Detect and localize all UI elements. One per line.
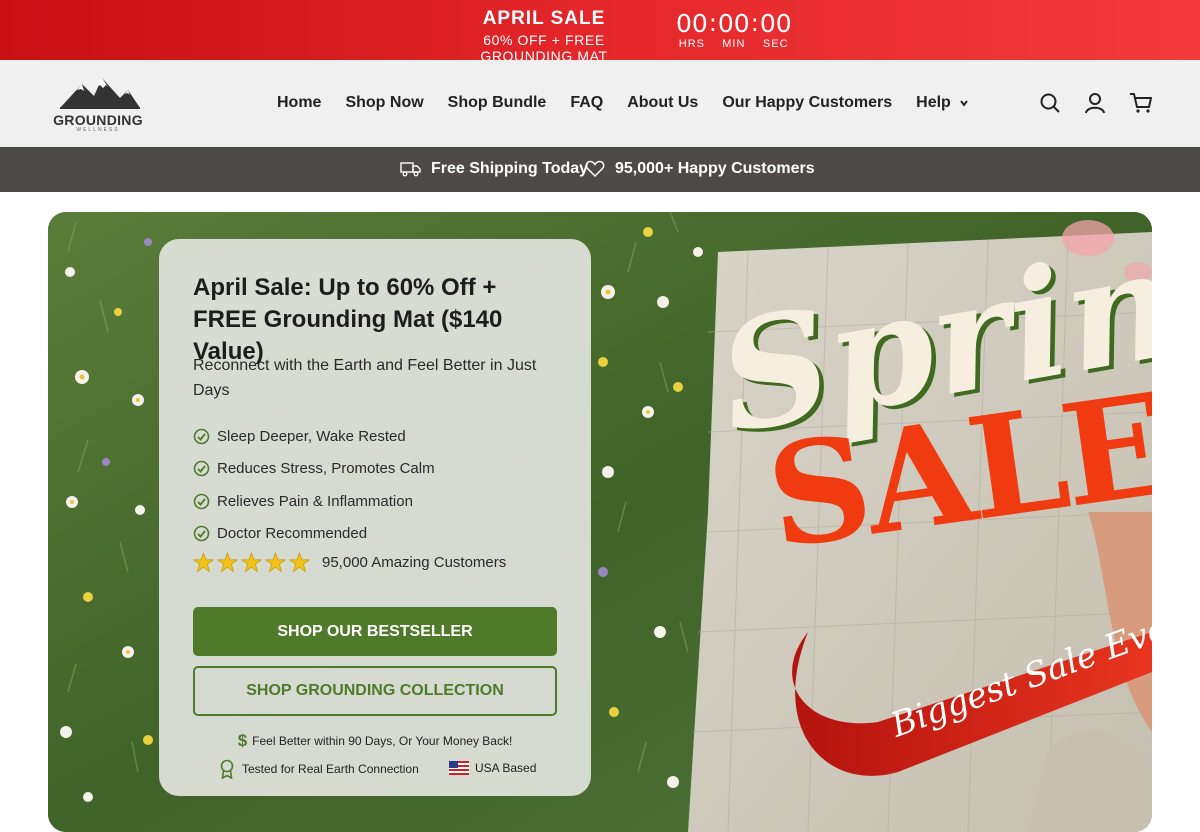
shop-collection-button[interactable]: SHOP GROUNDING COLLECTION xyxy=(193,666,557,716)
nav-item-help[interactable]: Help xyxy=(916,94,969,112)
award-icon xyxy=(220,759,234,779)
benefit-item: Relieves Pain & Inflammation xyxy=(193,485,435,518)
benefit-item: Reduces Stress, Promotes Calm xyxy=(193,453,435,486)
us-flag-icon xyxy=(449,761,469,775)
check-circle-icon xyxy=(193,493,210,510)
announcement-title: APRIL SALE xyxy=(482,8,606,29)
star-icon xyxy=(289,552,310,573)
logo[interactable]: GROUNDING WELLNESS xyxy=(50,74,146,133)
countdown-timer: 00 HRS : 00 MIN : 00 SEC xyxy=(676,9,792,51)
timer-separator: : xyxy=(708,9,717,37)
nav-item-about-us[interactable]: About Us xyxy=(627,94,698,112)
hero-banner: Spring SALE Biggest Sale Ever! April Sal… xyxy=(48,212,1152,832)
benefit-item: Doctor Recommended xyxy=(193,518,435,551)
customer-rating: 95,000 Amazing Customers xyxy=(193,552,506,573)
timer-hours: 00 HRS xyxy=(676,9,708,51)
chevron-down-icon xyxy=(960,100,968,107)
search-icon[interactable] xyxy=(1039,92,1061,114)
main-nav: Home Shop Now Shop Bundle FAQ About Us O… xyxy=(277,94,969,112)
benefit-label: Relieves Pain & Inflammation xyxy=(217,492,413,510)
nav-item-help-label: Help xyxy=(916,94,951,111)
benefit-item: Sleep Deeper, Wake Rested xyxy=(193,420,435,453)
benefits-list: Sleep Deeper, Wake Rested Reduces Stress… xyxy=(193,420,435,550)
nav-item-shop-bundle[interactable]: Shop Bundle xyxy=(448,94,547,112)
star-icon xyxy=(217,552,238,573)
star-icon xyxy=(193,552,214,573)
star-rating xyxy=(193,552,310,573)
timer-minutes: 00 MIN xyxy=(717,9,750,51)
nav-item-faq[interactable]: FAQ xyxy=(570,94,603,112)
star-icon xyxy=(241,552,262,573)
timer-seconds-label: SEC xyxy=(762,38,789,50)
hero-lead: Reconnect with the Earth and Feel Better… xyxy=(193,357,537,399)
timer-minutes-value: 00 xyxy=(717,9,750,38)
logo-text: GROUNDING xyxy=(53,112,143,128)
timer-seconds-value: 00 xyxy=(759,9,792,38)
badge-usa: USA Based xyxy=(449,761,536,775)
trust-shipping: Free Shipping Today xyxy=(431,160,589,177)
cart-icon[interactable] xyxy=(1129,92,1153,114)
announcement-bar: APRIL SALE 60% OFF + FREE GROUNDING MAT … xyxy=(0,0,1200,64)
heart-icon xyxy=(585,160,605,178)
truck-icon xyxy=(400,162,421,177)
nav-item-shop-now[interactable]: Shop Now xyxy=(345,94,423,112)
mountain-logo-icon xyxy=(60,78,140,109)
trust-customers: 95,000+ Happy Customers xyxy=(615,160,815,177)
badge-usa-label: USA Based xyxy=(475,761,537,775)
star-icon xyxy=(265,552,286,573)
check-circle-icon xyxy=(193,428,210,445)
timer-hours-label: HRS xyxy=(678,38,706,50)
logo-subtext: WELLNESS xyxy=(76,127,120,133)
nav-item-happy-customers[interactable]: Our Happy Customers xyxy=(722,94,892,112)
badge-tested-label: Tested for Real Earth Connection xyxy=(242,762,419,776)
timer-hours-value: 00 xyxy=(676,9,708,38)
check-circle-icon xyxy=(193,460,210,477)
shop-bestseller-button[interactable]: SHOP OUR BESTSELLER xyxy=(193,607,557,656)
benefit-label: Doctor Recommended xyxy=(217,525,368,543)
guarantee-text: Feel Better within 90 Days, Or Your Mone… xyxy=(252,734,513,748)
benefit-label: Reduces Stress, Promotes Calm xyxy=(217,460,435,478)
hero-content-card: April Sale: Up to 60% Off + FREE Groundi… xyxy=(159,239,591,796)
site-header: GROUNDING WELLNESS Home Shop Now Shop Bu… xyxy=(0,60,1200,147)
account-icon[interactable] xyxy=(1084,92,1106,114)
nav-item-home[interactable]: Home xyxy=(277,94,321,112)
benefit-label: Sleep Deeper, Wake Rested xyxy=(217,427,406,445)
dollar-icon: $ xyxy=(237,731,248,750)
rating-text: 95,000 Amazing Customers xyxy=(322,554,507,571)
timer-separator: : xyxy=(750,9,759,37)
timer-minutes-label: MIN xyxy=(722,38,746,50)
trust-bar: Free Shipping Today 95,000+ Happy Custom… xyxy=(0,147,1200,192)
money-back-guarantee: $ Feel Better within 90 Days, Or Your Mo… xyxy=(159,731,591,751)
badge-tested: Tested for Real Earth Connection xyxy=(219,759,419,779)
check-circle-icon xyxy=(193,525,210,542)
timer-seconds: 00 SEC xyxy=(759,9,792,51)
